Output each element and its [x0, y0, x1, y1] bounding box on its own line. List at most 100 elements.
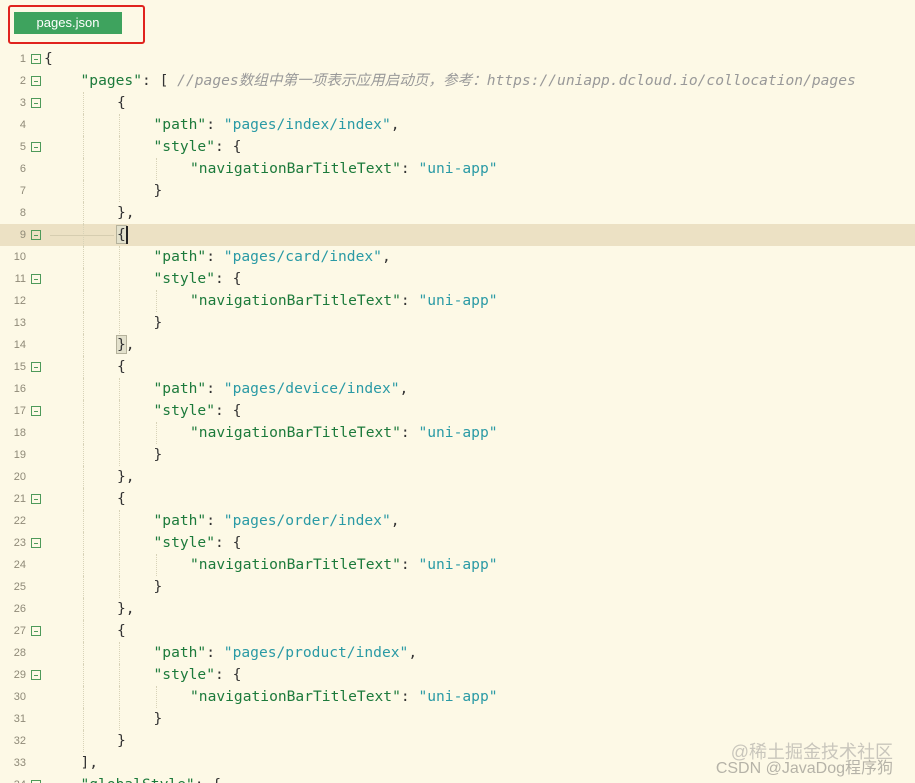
punctuation: }	[153, 182, 163, 199]
code-line[interactable]: 20},	[0, 466, 915, 488]
fold-toggle-icon[interactable]	[31, 54, 41, 64]
json-key: "navigationBarTitleText"	[190, 292, 401, 309]
code-line[interactable]: 17 "style": {	[0, 400, 915, 422]
json-string: "pages/order/index"	[223, 512, 391, 529]
code-text: {	[44, 48, 53, 70]
line-number: 23	[13, 537, 26, 549]
json-key: "navigationBarTitleText"	[190, 556, 401, 573]
code-line[interactable]: 6 "navigationBarTitleText": "uni-app"	[0, 158, 915, 180]
indent-guide	[82, 444, 84, 466]
punctuation: ],	[80, 754, 99, 771]
indent-guide	[155, 422, 157, 444]
code-line[interactable]: 15 {	[0, 356, 915, 378]
fold-toggle-icon[interactable]	[31, 362, 41, 372]
indent-guide	[82, 532, 84, 554]
line-number: 29	[13, 669, 26, 681]
line-gutter: 13	[0, 312, 44, 334]
line-number: 10	[13, 251, 26, 263]
code-line[interactable]: 23 "style": {	[0, 532, 915, 554]
line-gutter: 5	[0, 136, 44, 158]
code-line[interactable]: 2 "pages": [ //pages数组中第一项表示应用启动页，参考：http…	[0, 70, 915, 92]
indent-guide	[82, 598, 84, 620]
code-line[interactable]: 7}	[0, 180, 915, 202]
code-line[interactable]: 29 "style": {	[0, 664, 915, 686]
indent-guide	[119, 312, 120, 334]
code-line[interactable]: 28 "path": "pages/product/index",	[0, 642, 915, 664]
code-line[interactable]: 25}	[0, 576, 915, 598]
line-number: 31	[13, 713, 26, 725]
fold-toggle-icon[interactable]	[31, 76, 41, 86]
line-number: 25	[13, 581, 26, 593]
code-line[interactable]: 31}	[0, 708, 915, 730]
code-line[interactable]: 13}	[0, 312, 915, 334]
line-number: 27	[13, 625, 26, 637]
line-gutter: 3	[0, 92, 44, 114]
code-editor[interactable]: 1{2 "pages": [ //pages数组中第一项表示应用启动页，参考：ht…	[0, 48, 915, 783]
punctuation: ,	[381, 248, 391, 265]
line-gutter: 21	[0, 488, 44, 510]
code-line[interactable]: 12 "navigationBarTitleText": "uni-app"	[0, 290, 915, 312]
fold-toggle-icon[interactable]	[31, 274, 41, 284]
punctuation: {	[117, 622, 126, 639]
fold-toggle-icon[interactable]	[31, 406, 41, 416]
fold-toggle-icon[interactable]	[31, 98, 41, 108]
indent-guide	[119, 136, 120, 158]
line-gutter: 4	[0, 114, 44, 136]
json-key: "pages"	[80, 72, 143, 89]
line-gutter: 29	[0, 664, 44, 686]
code-line[interactable]: 5 "style": {	[0, 136, 915, 158]
json-string: "pages/device/index"	[223, 380, 400, 397]
punctuation: }	[153, 710, 163, 727]
punctuation: {	[117, 490, 126, 507]
indent-guide	[119, 510, 120, 532]
indent-marker	[50, 235, 114, 236]
punctuation: }	[153, 446, 163, 463]
code-line[interactable]: 16 "path": "pages/device/index",	[0, 378, 915, 400]
fold-toggle-icon[interactable]	[31, 494, 41, 504]
code-line[interactable]: 19}	[0, 444, 915, 466]
line-gutter: 18	[0, 422, 44, 444]
fold-toggle-icon[interactable]	[31, 626, 41, 636]
code-line[interactable]: 27 {	[0, 620, 915, 642]
code-line[interactable]: 3{	[0, 92, 915, 114]
indent-guide	[119, 290, 120, 312]
indent-guide	[82, 356, 84, 378]
line-number: 1	[19, 53, 26, 65]
code-text: },	[117, 466, 135, 488]
code-line[interactable]: 1{	[0, 48, 915, 70]
fold-toggle-icon[interactable]	[31, 670, 41, 680]
code-line[interactable]: 21 {	[0, 488, 915, 510]
fold-toggle-icon[interactable]	[31, 230, 41, 240]
json-key: "path"	[153, 116, 207, 133]
line-gutter: 31	[0, 708, 44, 730]
code-line[interactable]: 9{	[0, 224, 915, 246]
json-key: "path"	[153, 644, 207, 661]
json-key: "path"	[153, 512, 207, 529]
code-line[interactable]: 22 "path": "pages/order/index",	[0, 510, 915, 532]
code-line[interactable]: 10 "path": "pages/card/index",	[0, 246, 915, 268]
line-gutter: 26	[0, 598, 44, 620]
line-gutter: 20	[0, 466, 44, 488]
fold-toggle-icon[interactable]	[31, 142, 41, 152]
line-number: 16	[13, 383, 26, 395]
line-number: 15	[13, 361, 26, 373]
json-string: "uni-app"	[418, 556, 498, 573]
punctuation: :	[400, 688, 419, 705]
indent-guide	[82, 576, 84, 598]
fold-toggle-icon[interactable]	[31, 538, 41, 548]
code-line[interactable]: 14},	[0, 334, 915, 356]
code-line[interactable]: 30 "navigationBarTitleText": "uni-app"	[0, 686, 915, 708]
code-line[interactable]: 18 "navigationBarTitleText": "uni-app"	[0, 422, 915, 444]
code-line[interactable]: 26},	[0, 598, 915, 620]
code-line[interactable]: 8},	[0, 202, 915, 224]
indent-guide	[82, 708, 84, 730]
indent-guide	[119, 554, 120, 576]
code-line[interactable]: 11 "style": {	[0, 268, 915, 290]
line-gutter: 12	[0, 290, 44, 312]
punctuation: :	[206, 380, 224, 397]
json-key: "navigationBarTitleText"	[190, 424, 401, 441]
indent-guide	[82, 92, 84, 114]
code-line[interactable]: 24 "navigationBarTitleText": "uni-app"	[0, 554, 915, 576]
code-line[interactable]: 4 "path": "pages/index/index",	[0, 114, 915, 136]
line-gutter: 30	[0, 686, 44, 708]
